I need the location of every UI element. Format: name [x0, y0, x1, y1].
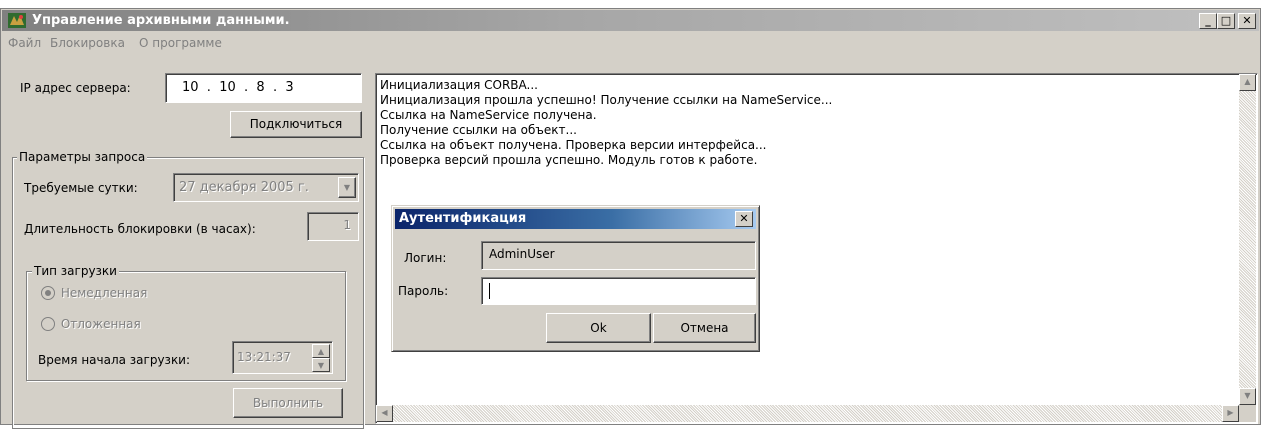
arrow-up-icon: ▲ [317, 347, 325, 356]
horizontal-scrollbar[interactable]: ◀ ▶ [376, 405, 1239, 422]
text-cursor [489, 283, 490, 299]
arrow-up-icon: ▲ [1244, 77, 1251, 86]
connect-button[interactable]: Подключиться [230, 111, 362, 138]
app-icon [8, 13, 26, 28]
vertical-scrollbar[interactable]: ▲ ▼ [1239, 74, 1256, 405]
arrow-down-icon: ▼ [1244, 391, 1251, 400]
scroll-left-button[interactable]: ◀ [376, 405, 393, 422]
ip-address-input[interactable]: 10 . 10 . 8 . 3 [165, 73, 362, 103]
close-button[interactable]: ✕ [1238, 13, 1256, 29]
minimize-icon: _ [1205, 14, 1211, 27]
load-type-title: Тип загрузки [32, 264, 119, 278]
menu-about[interactable]: О программе [139, 36, 222, 50]
scroll-down-button[interactable]: ▼ [1239, 388, 1256, 405]
start-time-value: 13:21:37 [237, 350, 291, 364]
close-icon: ✕ [1242, 14, 1252, 27]
radio-unchecked-icon [41, 316, 55, 331]
day-label: Требуемые сутки: [24, 181, 138, 195]
chevron-down-icon: ▼ [343, 183, 351, 192]
duration-label: Длительность блокировки (в часах): [24, 222, 256, 236]
radio-immediate-label: Немедленная [60, 285, 148, 300]
ok-button[interactable]: Ok [546, 313, 651, 343]
window-title: Управление архивными данными. [32, 13, 290, 28]
day-dropdown-button[interactable]: ▼ [338, 177, 356, 198]
maximize-button[interactable]: □ [1217, 13, 1235, 29]
spin-down-button[interactable]: ▼ [312, 358, 330, 372]
day-value: 27 декабря 2005 г. [179, 180, 309, 195]
maximize-icon: □ [1220, 14, 1232, 27]
password-input[interactable] [481, 277, 756, 305]
close-icon: ✕ [739, 212, 749, 225]
scroll-right-button[interactable]: ▶ [1222, 405, 1239, 422]
radio-immediate[interactable]: Немедленная [41, 285, 147, 303]
log-line: Инициализация CORBA... [380, 78, 538, 92]
log-line: Ссылка на NameService получена. [380, 108, 597, 122]
cancel-button[interactable]: Отмена [653, 313, 756, 343]
title-bar[interactable]: Управление архивными данными. _ □ ✕ [2, 10, 1259, 31]
auth-dialog-title: Аутентификация [399, 211, 527, 226]
log-line: Получение ссылки на объект... [380, 123, 577, 137]
start-time-spinner[interactable]: 13:21:37 ▲ ▼ [232, 341, 333, 374]
login-input[interactable]: AdminUser [481, 241, 756, 270]
menu-bar: Файл Блокировка О программе [2, 33, 1259, 53]
log-line: Ссылка на объект получена. Проверка верс… [380, 138, 767, 152]
minimize-button[interactable]: _ [1199, 13, 1217, 29]
log-line: Проверка версий прошла успешно. Модуль г… [380, 153, 758, 167]
radio-checked-icon [41, 285, 55, 300]
auth-close-button[interactable]: ✕ [735, 211, 753, 227]
auth-dialog-title-bar[interactable]: Аутентификация ✕ [395, 209, 756, 229]
radio-deferred[interactable]: Отложенная [41, 316, 141, 334]
login-label: Логин: [404, 251, 447, 265]
duration-input[interactable]: 1 [307, 212, 359, 241]
start-time-label: Время начала загрузки: [38, 353, 191, 367]
day-combobox[interactable]: 27 декабря 2005 г. ▼ [173, 173, 359, 202]
radio-deferred-label: Отложенная [60, 316, 141, 331]
menu-file[interactable]: Файл [8, 36, 41, 50]
arrow-left-icon: ◀ [381, 408, 388, 417]
scroll-up-button[interactable]: ▲ [1239, 74, 1256, 91]
log-line: Инициализация прошла успешно! Получение … [380, 93, 833, 107]
password-label: Пароль: [398, 284, 449, 298]
execute-button[interactable]: Выполнить [233, 388, 343, 418]
scroll-corner [1239, 405, 1256, 422]
spin-up-button[interactable]: ▲ [312, 344, 330, 358]
auth-dialog: Аутентификация ✕ Логин: AdminUser Пароль… [391, 205, 760, 352]
arrow-down-icon: ▼ [317, 361, 325, 370]
menu-lock[interactable]: Блокировка [50, 36, 125, 50]
query-params-title: Параметры запроса [17, 150, 148, 164]
arrow-right-icon: ▶ [1227, 408, 1234, 417]
ip-label: IP адрес сервера: [20, 81, 131, 95]
